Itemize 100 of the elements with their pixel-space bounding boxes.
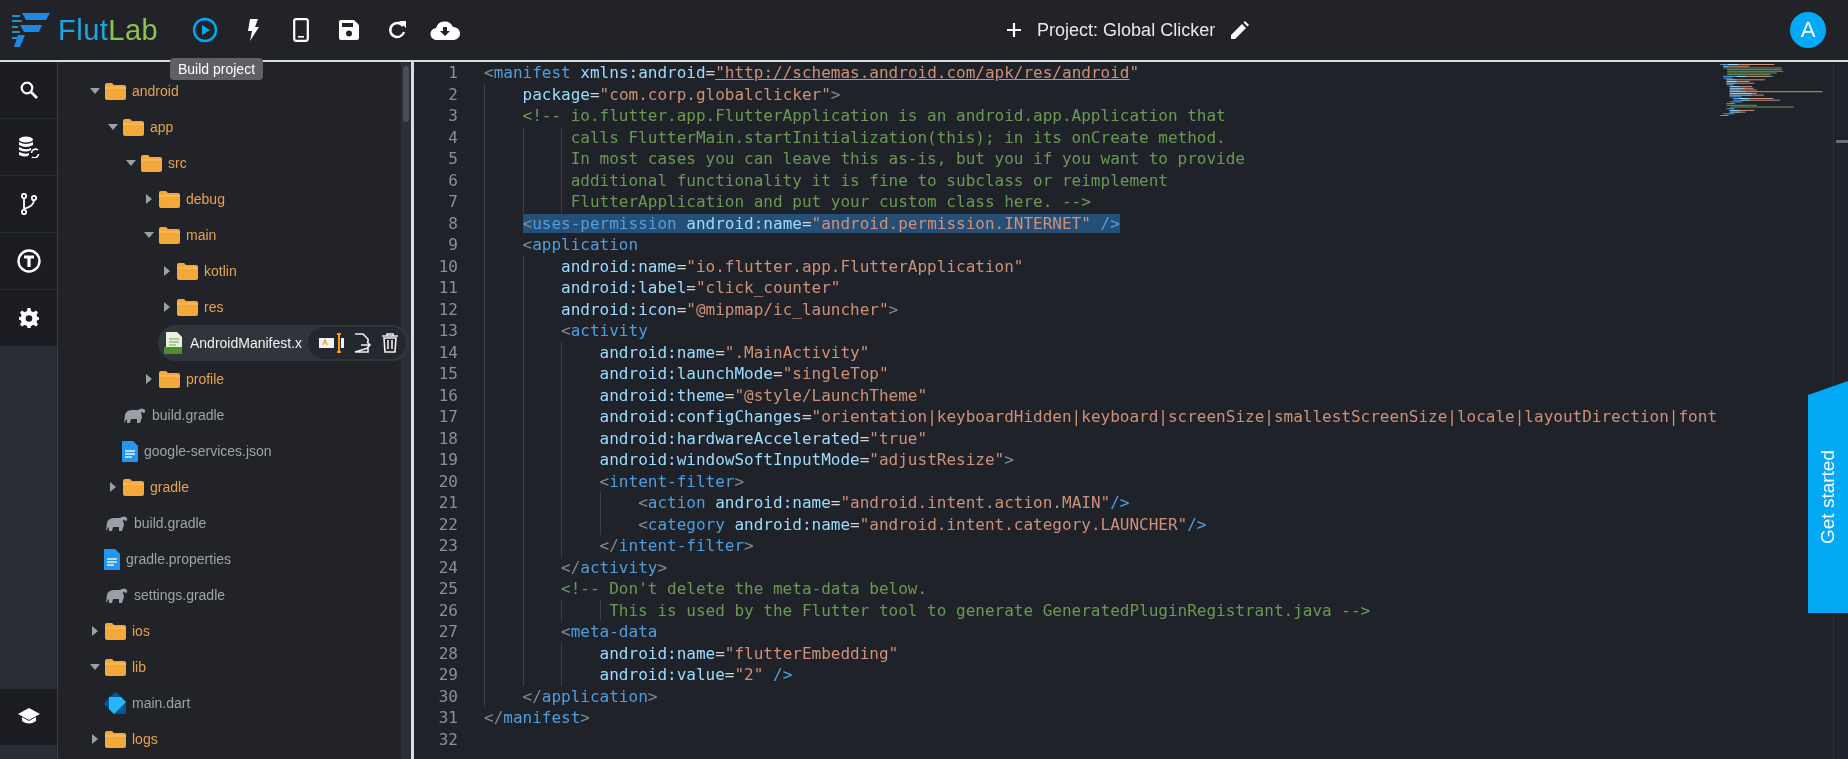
sidebar-button[interactable] xyxy=(0,689,57,745)
elephant-icon xyxy=(122,407,146,423)
line-number: 32 xyxy=(437,729,458,749)
tree-item[interactable]: main xyxy=(140,217,227,253)
sidebar-button[interactable] xyxy=(0,176,57,232)
folder-icon xyxy=(123,478,144,496)
line-number: 28 xyxy=(437,643,458,663)
indent-guide xyxy=(599,599,601,621)
graduation-cap-icon xyxy=(17,708,40,726)
folder-icon xyxy=(159,226,180,244)
circle-t-icon xyxy=(16,249,41,273)
line-number: 31 xyxy=(437,708,458,728)
lightning-icon xyxy=(246,19,261,41)
code-line: This is used by the Flutter tool to generate GeneratedPluginRegistrant.java --> xyxy=(609,600,1371,620)
sidebar-button[interactable] xyxy=(0,290,57,346)
play-icon xyxy=(192,17,219,43)
code-line: <!-- Don't delete the meta-data below. xyxy=(561,579,928,599)
line-number: 13 xyxy=(437,321,458,341)
tree-item[interactable]: google-services.json xyxy=(122,433,282,469)
tree-item[interactable]: AndroidManifest.x xyxy=(164,325,309,361)
tree-item[interactable]: build.gradle xyxy=(122,397,235,433)
database-sync-icon xyxy=(17,136,40,158)
elephant-icon xyxy=(104,515,128,531)
code-line: android:hardwareAccelerated="true" xyxy=(599,428,928,448)
line-number: 17 xyxy=(437,407,458,427)
tree-item[interactable]: main.dart xyxy=(104,685,201,721)
project-title: Project: Global Clicker xyxy=(1037,19,1216,41)
tree-item[interactable]: logs xyxy=(86,721,168,757)
line-number: 23 xyxy=(437,536,458,556)
sidebar-button[interactable] xyxy=(0,233,57,289)
folder-icon xyxy=(159,190,180,208)
document-icon xyxy=(104,548,120,570)
line-number: 8 xyxy=(447,213,458,233)
code-line: android:value="2" /> xyxy=(599,665,793,685)
branch-icon xyxy=(20,193,37,215)
line-number: 26 xyxy=(437,600,458,620)
line-number: 27 xyxy=(437,622,458,642)
code-line: </manifest> xyxy=(484,708,590,728)
code-line: android:icon="@mipmap/ic_launcher"> xyxy=(561,299,899,319)
folder-icon xyxy=(105,622,126,640)
caret-down-icon xyxy=(90,86,100,96)
scrollbar-thumb[interactable] xyxy=(403,66,409,122)
line-number: 5 xyxy=(447,149,458,169)
caret-right-icon xyxy=(90,734,100,744)
scrollbar-thumb[interactable] xyxy=(1836,140,1848,143)
tree-item[interactable]: profile xyxy=(140,361,235,397)
line-number: 15 xyxy=(437,364,458,384)
tree-item[interactable]: src xyxy=(122,145,197,181)
line-number: 20 xyxy=(437,471,458,491)
line-number: 30 xyxy=(437,686,458,706)
code-line: <category android:name="android.intent.category.LAUNCHER"/> xyxy=(638,514,1207,534)
code-line: FlutterApplication and put your custom class here. --> xyxy=(570,192,1091,212)
tree-item[interactable]: gradle xyxy=(104,469,199,505)
sidebar-button[interactable] xyxy=(0,62,57,118)
code-line: package="com.corp.globalclicker"> xyxy=(522,84,841,104)
code-line: calls FlutterMain.startInitialization(this); in its onCreate method. xyxy=(570,127,1226,147)
code-line: In most cases you can leave this as-is, but you if you want to provide xyxy=(570,149,1245,169)
trash-icon[interactable] xyxy=(382,333,399,353)
tree-item[interactable]: gradle.properties xyxy=(104,541,242,577)
sidebar-button[interactable] xyxy=(0,119,57,175)
line-number: 29 xyxy=(437,665,458,685)
folder-icon xyxy=(177,262,198,280)
line-number: 19 xyxy=(437,450,458,470)
rename-icon[interactable] xyxy=(318,333,345,353)
tree-item[interactable]: ios xyxy=(86,613,160,649)
line-number: 10 xyxy=(437,256,458,276)
caret-down-icon xyxy=(90,662,100,672)
move-file-icon[interactable] xyxy=(354,333,373,353)
code-line: <intent-filter> xyxy=(599,471,745,491)
tree-item[interactable]: debug xyxy=(140,181,235,217)
code-line: </intent-filter> xyxy=(599,536,754,556)
add-icon[interactable] xyxy=(1007,23,1022,37)
tree-item[interactable]: lib xyxy=(86,649,156,685)
tree-item[interactable]: app xyxy=(104,109,184,145)
caret-down-icon xyxy=(126,158,136,168)
dart-icon xyxy=(104,692,126,714)
pencil-icon[interactable] xyxy=(1231,21,1250,39)
code-line: additional functionality it is fine to subclass or reimplement xyxy=(570,170,1168,190)
code-line: android:name=".MainActivity" xyxy=(599,342,870,362)
tree-item[interactable]: settings.gradle xyxy=(104,577,236,613)
line-number: 2 xyxy=(447,84,458,104)
line-number: 4 xyxy=(447,127,458,147)
tree-item[interactable]: build.gradle xyxy=(104,505,217,541)
line-number: 22 xyxy=(437,514,458,534)
code-line: android:label="click_counter" xyxy=(561,278,841,298)
line-number: 18 xyxy=(437,428,458,448)
code-line: android:windowSoftInputMode="adjustResize"> xyxy=(599,450,1014,470)
code-line: </application> xyxy=(522,686,658,706)
line-number: 9 xyxy=(447,235,458,255)
tooltip: Build project xyxy=(170,58,264,80)
caret-right-icon xyxy=(162,266,172,276)
document-icon xyxy=(122,440,138,462)
line-number: 11 xyxy=(437,278,458,298)
tree-item[interactable]: kotlin xyxy=(158,253,247,289)
line-number: 6 xyxy=(447,170,458,190)
tree-item[interactable]: res xyxy=(158,289,234,325)
code-line: <manifest xmlns:android="http://schemas.android.com/apk/res/android" xyxy=(484,63,1140,83)
code-line: android:configChanges="orientation|keyboardHidden|keyboard|screenSize|smallestScreenSize|locale|layoutDirection|font xyxy=(599,407,1717,427)
code-line: <meta-data xyxy=(561,622,658,642)
line-number: 1 xyxy=(447,63,458,83)
